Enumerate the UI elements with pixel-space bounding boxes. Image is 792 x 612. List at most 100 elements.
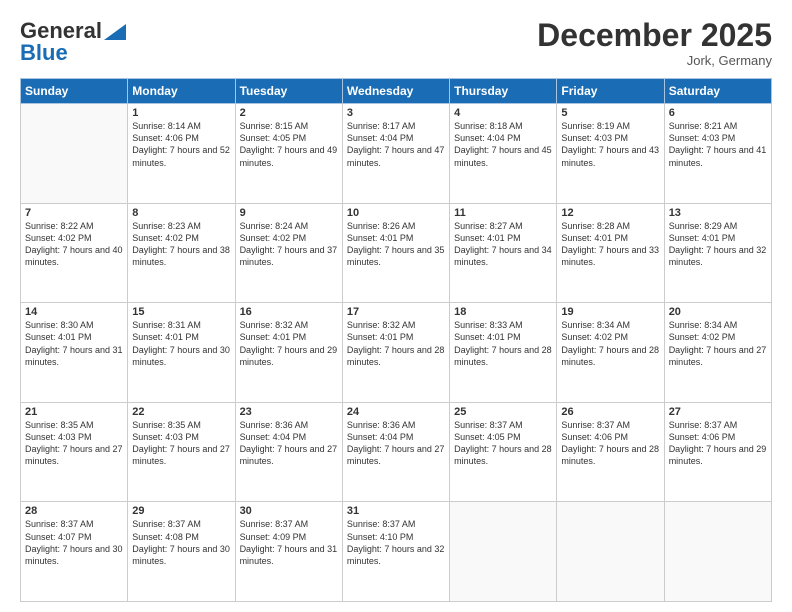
day-number: 1 xyxy=(132,107,230,119)
day-number: 18 xyxy=(454,306,552,318)
day-number: 17 xyxy=(347,306,445,318)
calendar-week-row: 28Sunrise: 8:37 AMSunset: 4:07 PMDayligh… xyxy=(21,502,772,602)
table-row: 26Sunrise: 8:37 AMSunset: 4:06 PMDayligh… xyxy=(557,402,664,502)
table-row: 4Sunrise: 8:18 AMSunset: 4:04 PMDaylight… xyxy=(450,104,557,204)
day-number: 24 xyxy=(347,406,445,418)
table-row: 25Sunrise: 8:37 AMSunset: 4:05 PMDayligh… xyxy=(450,402,557,502)
day-number: 6 xyxy=(669,107,767,119)
calendar-table: Sunday Monday Tuesday Wednesday Thursday… xyxy=(20,78,772,602)
table-row: 21Sunrise: 8:35 AMSunset: 4:03 PMDayligh… xyxy=(21,402,128,502)
day-number: 13 xyxy=(669,207,767,219)
day-number: 20 xyxy=(669,306,767,318)
col-sunday: Sunday xyxy=(21,79,128,104)
calendar-week-row: 7Sunrise: 8:22 AMSunset: 4:02 PMDaylight… xyxy=(21,203,772,303)
day-number: 25 xyxy=(454,406,552,418)
day-number: 15 xyxy=(132,306,230,318)
day-number: 11 xyxy=(454,207,552,219)
table-row: 8Sunrise: 8:23 AMSunset: 4:02 PMDaylight… xyxy=(128,203,235,303)
table-row xyxy=(450,502,557,602)
day-number: 21 xyxy=(25,406,123,418)
table-row: 6Sunrise: 8:21 AMSunset: 4:03 PMDaylight… xyxy=(664,104,771,204)
day-number: 27 xyxy=(669,406,767,418)
day-info: Sunrise: 8:37 AMSunset: 4:07 PMDaylight:… xyxy=(25,518,123,567)
table-row: 1Sunrise: 8:14 AMSunset: 4:06 PMDaylight… xyxy=(128,104,235,204)
day-number: 14 xyxy=(25,306,123,318)
day-info: Sunrise: 8:17 AMSunset: 4:04 PMDaylight:… xyxy=(347,120,445,169)
day-number: 23 xyxy=(240,406,338,418)
month-title: December 2025 xyxy=(537,18,772,53)
table-row: 24Sunrise: 8:36 AMSunset: 4:04 PMDayligh… xyxy=(342,402,449,502)
day-number: 19 xyxy=(561,306,659,318)
day-info: Sunrise: 8:37 AMSunset: 4:05 PMDaylight:… xyxy=(454,419,552,468)
day-info: Sunrise: 8:32 AMSunset: 4:01 PMDaylight:… xyxy=(347,319,445,368)
table-row: 15Sunrise: 8:31 AMSunset: 4:01 PMDayligh… xyxy=(128,303,235,403)
logo: General Blue xyxy=(20,18,126,66)
day-number: 4 xyxy=(454,107,552,119)
day-info: Sunrise: 8:36 AMSunset: 4:04 PMDaylight:… xyxy=(347,419,445,468)
col-tuesday: Tuesday xyxy=(235,79,342,104)
day-info: Sunrise: 8:18 AMSunset: 4:04 PMDaylight:… xyxy=(454,120,552,169)
table-row xyxy=(664,502,771,602)
table-row: 17Sunrise: 8:32 AMSunset: 4:01 PMDayligh… xyxy=(342,303,449,403)
table-row: 23Sunrise: 8:36 AMSunset: 4:04 PMDayligh… xyxy=(235,402,342,502)
day-info: Sunrise: 8:22 AMSunset: 4:02 PMDaylight:… xyxy=(25,220,123,269)
day-info: Sunrise: 8:28 AMSunset: 4:01 PMDaylight:… xyxy=(561,220,659,269)
day-info: Sunrise: 8:26 AMSunset: 4:01 PMDaylight:… xyxy=(347,220,445,269)
day-number: 7 xyxy=(25,207,123,219)
day-info: Sunrise: 8:29 AMSunset: 4:01 PMDaylight:… xyxy=(669,220,767,269)
day-number: 22 xyxy=(132,406,230,418)
calendar-week-row: 14Sunrise: 8:30 AMSunset: 4:01 PMDayligh… xyxy=(21,303,772,403)
table-row: 27Sunrise: 8:37 AMSunset: 4:06 PMDayligh… xyxy=(664,402,771,502)
day-info: Sunrise: 8:21 AMSunset: 4:03 PMDaylight:… xyxy=(669,120,767,169)
day-info: Sunrise: 8:37 AMSunset: 4:09 PMDaylight:… xyxy=(240,518,338,567)
day-number: 30 xyxy=(240,505,338,517)
day-info: Sunrise: 8:37 AMSunset: 4:08 PMDaylight:… xyxy=(132,518,230,567)
table-row: 13Sunrise: 8:29 AMSunset: 4:01 PMDayligh… xyxy=(664,203,771,303)
day-number: 9 xyxy=(240,207,338,219)
day-info: Sunrise: 8:24 AMSunset: 4:02 PMDaylight:… xyxy=(240,220,338,269)
table-row: 28Sunrise: 8:37 AMSunset: 4:07 PMDayligh… xyxy=(21,502,128,602)
table-row: 7Sunrise: 8:22 AMSunset: 4:02 PMDaylight… xyxy=(21,203,128,303)
day-number: 31 xyxy=(347,505,445,517)
page: General Blue December 2025 Jork, Germany… xyxy=(0,0,792,612)
table-row: 31Sunrise: 8:37 AMSunset: 4:10 PMDayligh… xyxy=(342,502,449,602)
table-row: 12Sunrise: 8:28 AMSunset: 4:01 PMDayligh… xyxy=(557,203,664,303)
day-number: 12 xyxy=(561,207,659,219)
day-number: 26 xyxy=(561,406,659,418)
day-info: Sunrise: 8:19 AMSunset: 4:03 PMDaylight:… xyxy=(561,120,659,169)
day-info: Sunrise: 8:34 AMSunset: 4:02 PMDaylight:… xyxy=(669,319,767,368)
location: Jork, Germany xyxy=(537,53,772,68)
table-row xyxy=(557,502,664,602)
col-thursday: Thursday xyxy=(450,79,557,104)
table-row: 14Sunrise: 8:30 AMSunset: 4:01 PMDayligh… xyxy=(21,303,128,403)
day-number: 2 xyxy=(240,107,338,119)
day-info: Sunrise: 8:32 AMSunset: 4:01 PMDaylight:… xyxy=(240,319,338,368)
calendar-week-row: 1Sunrise: 8:14 AMSunset: 4:06 PMDaylight… xyxy=(21,104,772,204)
day-info: Sunrise: 8:33 AMSunset: 4:01 PMDaylight:… xyxy=(454,319,552,368)
day-number: 16 xyxy=(240,306,338,318)
day-number: 3 xyxy=(347,107,445,119)
day-number: 29 xyxy=(132,505,230,517)
table-row: 29Sunrise: 8:37 AMSunset: 4:08 PMDayligh… xyxy=(128,502,235,602)
day-info: Sunrise: 8:35 AMSunset: 4:03 PMDaylight:… xyxy=(132,419,230,468)
table-row: 11Sunrise: 8:27 AMSunset: 4:01 PMDayligh… xyxy=(450,203,557,303)
col-monday: Monday xyxy=(128,79,235,104)
table-row: 10Sunrise: 8:26 AMSunset: 4:01 PMDayligh… xyxy=(342,203,449,303)
col-friday: Friday xyxy=(557,79,664,104)
table-row: 16Sunrise: 8:32 AMSunset: 4:01 PMDayligh… xyxy=(235,303,342,403)
day-info: Sunrise: 8:37 AMSunset: 4:10 PMDaylight:… xyxy=(347,518,445,567)
table-row: 9Sunrise: 8:24 AMSunset: 4:02 PMDaylight… xyxy=(235,203,342,303)
day-number: 8 xyxy=(132,207,230,219)
day-info: Sunrise: 8:27 AMSunset: 4:01 PMDaylight:… xyxy=(454,220,552,269)
day-info: Sunrise: 8:34 AMSunset: 4:02 PMDaylight:… xyxy=(561,319,659,368)
day-info: Sunrise: 8:14 AMSunset: 4:06 PMDaylight:… xyxy=(132,120,230,169)
day-number: 5 xyxy=(561,107,659,119)
title-block: December 2025 Jork, Germany xyxy=(537,18,772,68)
table-row: 2Sunrise: 8:15 AMSunset: 4:05 PMDaylight… xyxy=(235,104,342,204)
table-row: 22Sunrise: 8:35 AMSunset: 4:03 PMDayligh… xyxy=(128,402,235,502)
logo-blue: Blue xyxy=(20,40,68,66)
col-wednesday: Wednesday xyxy=(342,79,449,104)
calendar-header-row: Sunday Monday Tuesday Wednesday Thursday… xyxy=(21,79,772,104)
day-number: 28 xyxy=(25,505,123,517)
day-info: Sunrise: 8:37 AMSunset: 4:06 PMDaylight:… xyxy=(561,419,659,468)
